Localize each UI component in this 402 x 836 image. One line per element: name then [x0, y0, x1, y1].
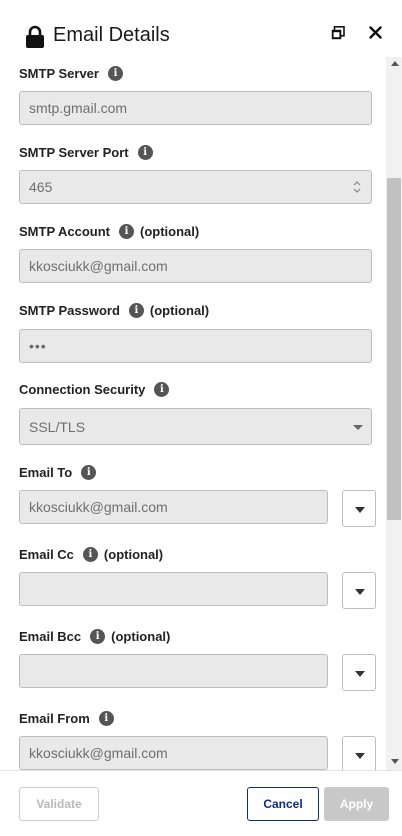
email-from-label: Email From i: [19, 711, 114, 726]
smtp-account-value: kkosciukk@gmail.com: [29, 258, 168, 274]
email-cc-dropdown-button[interactable]: [342, 572, 376, 609]
info-icon[interactable]: i: [128, 303, 144, 318]
info-icon[interactable]: i: [81, 465, 97, 480]
connection-security-label-text: Connection Security: [19, 382, 146, 397]
window-restore-icon[interactable]: [331, 26, 345, 40]
email-to-label: Email To i: [19, 465, 97, 480]
email-bcc-dropdown-button[interactable]: [342, 654, 376, 691]
info-icon[interactable]: i: [98, 711, 114, 726]
optional-tag: (optional): [140, 224, 200, 239]
form-scroll-area[interactable]: SMTP Server i smtp.gmail.com SMTP Server…: [0, 57, 402, 770]
smtp-server-label-text: SMTP Server: [19, 66, 99, 81]
email-bcc-label: Email Bcc i (optional): [19, 629, 170, 644]
email-details-panel: Email Details SMTP Server i smtp.gmail.c…: [0, 0, 402, 836]
spin-arrows-icon[interactable]: [353, 180, 361, 194]
smtp-password-label-text: SMTP Password: [19, 303, 120, 318]
optional-tag: (optional): [149, 303, 210, 318]
info-icon[interactable]: i: [82, 547, 98, 562]
smtp-port-label: SMTP Server Port i: [19, 145, 153, 160]
scrollbar-thumb[interactable]: [387, 178, 401, 520]
smtp-password-input[interactable]: •••: [19, 329, 372, 363]
scroll-down-arrow-icon[interactable]: [391, 759, 399, 764]
smtp-port-stepper[interactable]: 465: [19, 170, 372, 204]
smtp-server-input[interactable]: smtp.gmail.com: [19, 91, 372, 125]
info-icon[interactable]: i: [137, 145, 153, 160]
connection-security-label: Connection Security i: [19, 382, 170, 397]
smtp-server-label: SMTP Server i: [19, 66, 123, 81]
scroll-up-arrow-icon[interactable]: [391, 61, 399, 66]
apply-button[interactable]: Apply: [324, 787, 389, 821]
optional-tag: (optional): [103, 547, 164, 562]
email-to-input[interactable]: kkosciukk@gmail.com: [19, 490, 328, 524]
email-from-value: kkosciukk@gmail.com: [29, 745, 168, 761]
close-icon[interactable]: [369, 26, 382, 39]
smtp-account-label-text: SMTP Account: [19, 224, 111, 239]
email-to-value: kkosciukk@gmail.com: [29, 499, 168, 515]
email-bcc-input[interactable]: [19, 654, 328, 688]
smtp-port-label-text: SMTP Server Port: [19, 145, 129, 160]
email-from-label-text: Email From: [19, 711, 90, 726]
email-from-dropdown-button[interactable]: [342, 736, 376, 770]
email-cc-label-text: Email Cc: [19, 547, 74, 562]
info-icon[interactable]: i: [119, 224, 135, 239]
optional-tag: (optional): [111, 629, 171, 644]
chevron-down-icon: [353, 425, 363, 430]
info-icon[interactable]: i: [107, 66, 123, 81]
panel-title: Email Details: [53, 24, 170, 46]
smtp-account-input[interactable]: kkosciukk@gmail.com: [19, 249, 372, 283]
connection-security-value: SSL/TLS: [29, 418, 86, 435]
validate-button[interactable]: Validate: [19, 787, 99, 821]
email-bcc-label-text: Email Bcc: [19, 629, 82, 644]
email-to-dropdown-button[interactable]: [342, 490, 376, 527]
smtp-server-value: smtp.gmail.com: [29, 100, 128, 116]
email-cc-input[interactable]: [19, 572, 328, 606]
lock-icon: [26, 25, 44, 48]
smtp-password-label: SMTP Password i (optional): [19, 303, 209, 318]
connection-security-select[interactable]: SSL/TLS: [19, 408, 372, 445]
panel-header: Email Details: [0, 0, 402, 60]
info-icon[interactable]: i: [154, 382, 170, 397]
info-icon[interactable]: i: [90, 629, 106, 644]
cancel-button[interactable]: Cancel: [247, 787, 319, 821]
email-from-input[interactable]: kkosciukk@gmail.com: [19, 736, 328, 770]
email-to-label-text: Email To: [19, 465, 73, 480]
email-cc-label: Email Cc i (optional): [19, 547, 163, 562]
smtp-password-value: •••: [29, 338, 47, 354]
smtp-port-value: 465: [29, 179, 53, 195]
smtp-account-label: SMTP Account i (optional): [19, 224, 199, 239]
